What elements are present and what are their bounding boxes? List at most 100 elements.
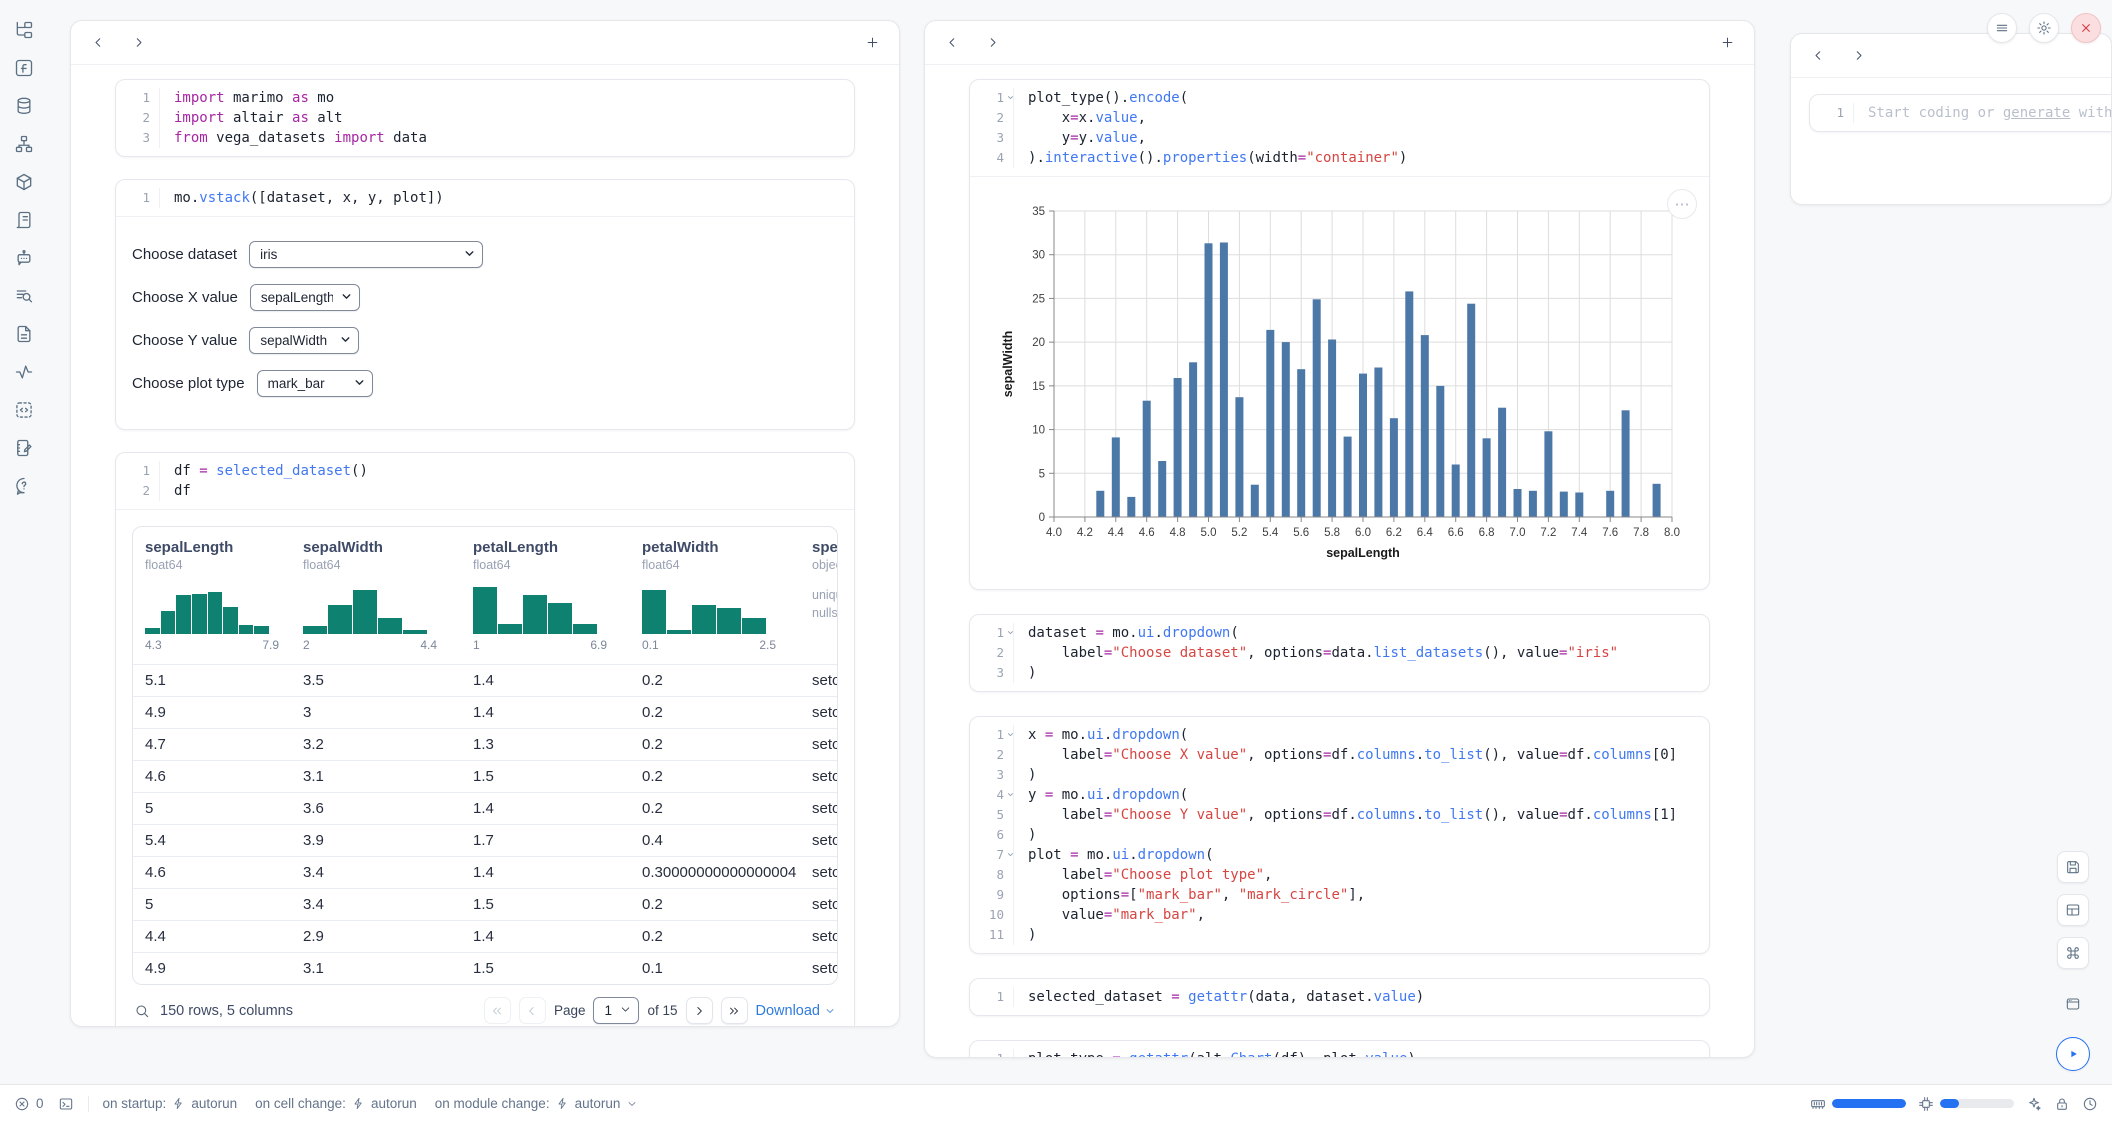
table-row[interactable]: 4.931.40.2setosa	[133, 696, 837, 728]
y-value-select[interactable]: sepalWidth	[249, 327, 359, 354]
run-button[interactable]	[2056, 1037, 2090, 1071]
next-column-button[interactable]	[1845, 43, 1871, 69]
download-button[interactable]: Download	[756, 1003, 837, 1019]
sidebar-item-network[interactable]	[8, 128, 40, 160]
cell-empty[interactable]: 1 Start coding or generate with AI.	[1809, 94, 2112, 132]
code-text[interactable]: plot = mo.ui.dropdown(	[1014, 845, 1214, 865]
fold-chevron-icon[interactable]	[1006, 790, 1015, 799]
last-page-button[interactable]	[721, 997, 748, 1024]
code-text[interactable]: )	[1014, 825, 1036, 845]
sidebar-item-file-text[interactable]	[8, 318, 40, 350]
code-text[interactable]: value="mark_bar",	[1014, 905, 1205, 925]
table-row[interactable]: 53.61.40.2setosa	[133, 792, 837, 824]
autorun-setting[interactable]: on cell change:autorun	[255, 1096, 417, 1111]
sidebar-item-code-snippet[interactable]	[8, 394, 40, 426]
cell-imports[interactable]: 1import marimo as mo2import altair as al…	[115, 79, 855, 157]
layout-button[interactable]	[2057, 894, 2089, 926]
fold-chevron-icon[interactable]	[1006, 628, 1015, 637]
sidebar-item-bot-message[interactable]	[8, 242, 40, 274]
code-editor-placeholder[interactable]: Start coding or generate with AI.	[1854, 103, 2112, 123]
sidebar-item-notebook-pen[interactable]	[8, 432, 40, 464]
cell-plot[interactable]: 1plot_type().encode(2 x=x.value,3 y=y.va…	[969, 79, 1710, 590]
code-text[interactable]: import altair as alt	[160, 108, 343, 128]
fold-chevron-icon[interactable]	[1006, 850, 1015, 859]
sidebar-item-list-search[interactable]	[8, 280, 40, 312]
code-text[interactable]: y = mo.ui.dropdown(	[1014, 785, 1188, 805]
prev-page-button[interactable]	[519, 997, 546, 1024]
table-row[interactable]: 4.63.11.50.2setosa	[133, 760, 837, 792]
code-text[interactable]: label="Choose dataset", options=data.lis…	[1014, 643, 1618, 663]
code-text[interactable]: df	[160, 481, 191, 501]
next-column-button[interactable]	[125, 30, 151, 56]
column-header-sepalWidth[interactable]: sepalWidthfloat6424.4	[291, 527, 461, 664]
first-page-button[interactable]	[484, 997, 511, 1024]
settings-button[interactable]	[2029, 13, 2059, 43]
generate-link[interactable]: generate	[2003, 105, 2070, 121]
sidebar-item-package[interactable]	[8, 166, 40, 198]
table-row[interactable]: 4.93.11.50.1setosa	[133, 952, 837, 984]
autorun-setting[interactable]: on startup:autorun	[103, 1096, 238, 1111]
code-text[interactable]: from vega_datasets import data	[160, 128, 427, 148]
column-header-species[interactable]: speciesobjectuniquenulls:	[800, 527, 838, 664]
table-row[interactable]: 5.13.51.40.2setosa	[133, 664, 837, 696]
table-row[interactable]: 4.42.91.40.2setosa	[133, 920, 837, 952]
table-row[interactable]: 4.63.41.40.30000000000000004setosa	[133, 856, 837, 888]
lock-button[interactable]	[2054, 1096, 2070, 1112]
shortcuts-button[interactable]	[2057, 937, 2089, 969]
cell-dataframe[interactable]: 1df = selected_dataset()2df sepalLengthf…	[115, 452, 855, 1027]
autorun-setting[interactable]: on module change:autorun	[435, 1096, 639, 1111]
code-text[interactable]: label="Choose X value", options=df.colum…	[1014, 745, 1677, 765]
terminal-toggle[interactable]	[58, 1096, 74, 1112]
cell-dataset-dropdown[interactable]: 1dataset = mo.ui.dropdown(2 label="Choos…	[969, 614, 1710, 692]
sidebar-item-function-square[interactable]	[8, 52, 40, 84]
column-header-petalLength[interactable]: petalLengthfloat6416.9	[461, 527, 630, 664]
search-icon[interactable]	[134, 1003, 150, 1019]
fold-chevron-icon[interactable]	[1006, 93, 1015, 102]
code-text[interactable]: plot_type().encode(	[1014, 88, 1188, 108]
close-button[interactable]	[2071, 13, 2101, 43]
sidebar-item-scroll[interactable]	[8, 204, 40, 236]
menu-button[interactable]	[1987, 13, 2017, 43]
code-text[interactable]: import marimo as mo	[160, 88, 334, 108]
prev-column-button[interactable]	[85, 30, 111, 56]
code-text[interactable]: )	[1014, 663, 1036, 683]
error-indicator[interactable]: 0	[14, 1096, 44, 1112]
x-value-select[interactable]: sepalLength	[250, 284, 360, 311]
code-text[interactable]: selected_dataset = getattr(data, dataset…	[1014, 987, 1424, 1007]
add-cell-button[interactable]	[859, 30, 885, 56]
code-text[interactable]: dataset = mo.ui.dropdown(	[1014, 623, 1239, 643]
code-text[interactable]: )	[1014, 925, 1036, 945]
chart-options-button[interactable]: ⋯	[1667, 189, 1697, 219]
save-button[interactable]	[2057, 851, 2089, 883]
next-page-button[interactable]	[686, 997, 713, 1024]
sidebar-item-database[interactable]	[8, 90, 40, 122]
code-text[interactable]: plot_type = getattr(alt.Chart(df), plot.…	[1014, 1049, 1416, 1058]
prev-column-button[interactable]	[939, 30, 965, 56]
plot-type-select[interactable]: mark_bar	[257, 370, 373, 397]
cell-vstack[interactable]: 1mo.vstack([dataset, x, y, plot]) Choose…	[115, 179, 855, 430]
code-text[interactable]: label="Choose plot type",	[1014, 865, 1272, 885]
code-text[interactable]: y=y.value,	[1014, 128, 1146, 148]
history-button[interactable]	[2082, 1096, 2098, 1112]
dataset-select[interactable]: iris	[249, 241, 483, 268]
sidebar-item-file-tree[interactable]	[8, 14, 40, 46]
app-view-button[interactable]	[2057, 988, 2089, 1020]
cell-selected-dataset[interactable]: 1selected_dataset = getattr(data, datase…	[969, 978, 1710, 1016]
fold-chevron-icon[interactable]	[1006, 730, 1015, 739]
cell-xy-plot-dropdowns[interactable]: 1x = mo.ui.dropdown(2 label="Choose X va…	[969, 716, 1710, 954]
code-text[interactable]: df = selected_dataset()	[160, 461, 368, 481]
code-text[interactable]: label="Choose Y value", options=df.colum…	[1014, 805, 1677, 825]
code-text[interactable]: )	[1014, 765, 1036, 785]
code-text[interactable]: options=["mark_bar", "mark_circle"],	[1014, 885, 1365, 905]
sidebar-item-activity[interactable]	[8, 356, 40, 388]
sidebar-item-help-circle[interactable]	[8, 470, 40, 502]
page-select[interactable]: 1	[593, 997, 639, 1024]
column-header-petalWidth[interactable]: petalWidthfloat640.12.5	[630, 527, 800, 664]
table-row[interactable]: 5.43.91.70.4setosa	[133, 824, 837, 856]
table-row[interactable]: 4.73.21.30.2setosa	[133, 728, 837, 760]
cell-plot-type[interactable]: 1plot_type = getattr(alt.Chart(df), plot…	[969, 1040, 1710, 1058]
ai-assist-button[interactable]	[2026, 1096, 2042, 1112]
code-text[interactable]: mo.vstack([dataset, x, y, plot])	[160, 188, 444, 208]
code-text[interactable]: x=x.value,	[1014, 108, 1146, 128]
table-row[interactable]: 53.41.50.2setosa	[133, 888, 837, 920]
